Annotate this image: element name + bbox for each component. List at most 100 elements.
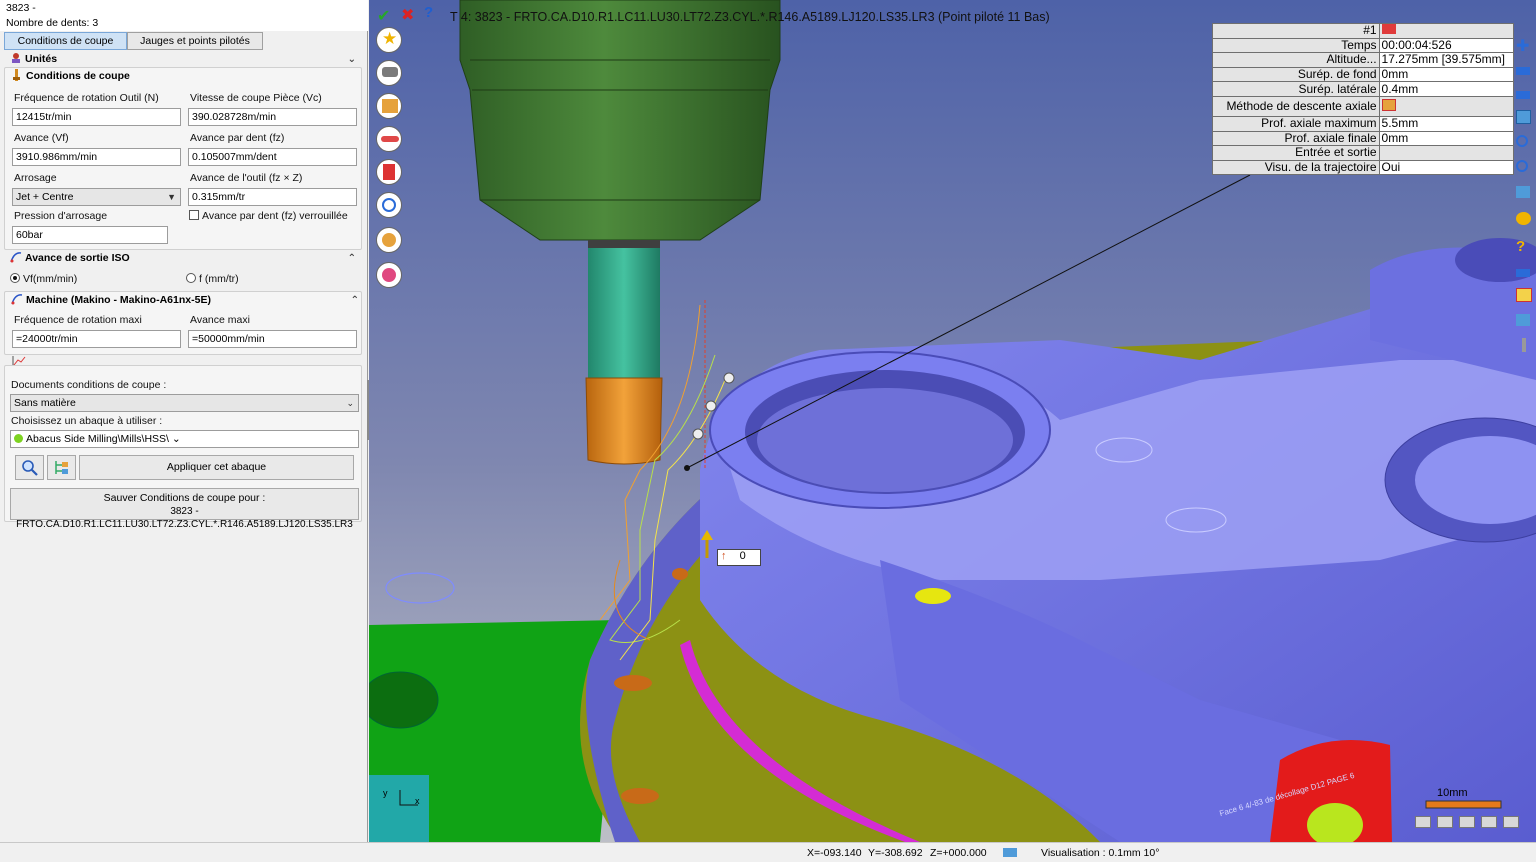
- boss-bore-inner: [757, 388, 1013, 492]
- view-iso-icon[interactable]: [1415, 816, 1431, 828]
- table-row[interactable]: Prof. axiale finale 0mm: [1212, 130, 1515, 147]
- gauge-marker[interactable]: [705, 400, 717, 412]
- pin-icon[interactable]: [1516, 338, 1534, 356]
- cutting-conditions-box: Conditions de coupe Fréquence de rotatio…: [4, 67, 362, 250]
- cutter: [585, 377, 663, 465]
- tab-gauges-points[interactable]: Jauges et points pilotés: [127, 32, 263, 50]
- toolpath-info-table: #1 Temps 00:00:04:526 Altitude... 17.275mm…: [1212, 23, 1515, 176]
- tool-library-icon[interactable]: [376, 93, 402, 119]
- abacus-label: Choisissez un abaque à utiliser :: [11, 415, 163, 427]
- tool-holder: [459, 0, 781, 241]
- snap-icon[interactable]: [1003, 848, 1017, 857]
- help-view-icon[interactable]: ?: [1516, 238, 1534, 256]
- gauge-marker[interactable]: [692, 428, 704, 440]
- axis-add-icon[interactable]: ✚: [1516, 36, 1534, 55]
- apply-abacus-button[interactable]: Appliquer cet abaque: [79, 455, 354, 480]
- info-value[interactable]: 0mm: [1378, 130, 1515, 147]
- docs-label: Documents conditions de coupe :: [11, 379, 167, 391]
- render-icon[interactable]: [376, 262, 402, 288]
- abacus-select[interactable]: Abacus Side Milling\Mills\HSS\ ⌄: [10, 430, 359, 448]
- table-row[interactable]: Surép. latérale 0.4mm: [1212, 81, 1515, 97]
- favorites-icon[interactable]: ★: [376, 27, 402, 53]
- view-front-icon[interactable]: [1459, 816, 1476, 828]
- info-value[interactable]: [1378, 145, 1515, 161]
- info-value[interactable]: 00:00:04:526: [1378, 37, 1515, 54]
- orange-hole: [621, 788, 659, 804]
- info-key: Visu. de la trajectoire: [1212, 159, 1380, 176]
- info-value[interactable]: 0.4mm: [1378, 81, 1515, 97]
- chevron-up-icon[interactable]: ⌃: [351, 293, 359, 308]
- zoom-abacus-button[interactable]: [15, 455, 44, 480]
- chevron-down-icon[interactable]: ⌄: [348, 52, 356, 67]
- view-cube-icon[interactable]: [1516, 186, 1534, 204]
- toolpath-icon[interactable]: [376, 126, 402, 152]
- stock-icon[interactable]: [376, 60, 402, 86]
- zoom-in-icon[interactable]: [1516, 135, 1534, 153]
- chevron-up-icon[interactable]: ⌃: [348, 251, 356, 266]
- status-y: Y=-308.692: [868, 847, 923, 859]
- spindle-label: Fréquence de rotation Outil (N): [14, 92, 159, 104]
- section-icon[interactable]: [1516, 264, 1534, 282]
- tool-feed-input[interactable]: 0.315mm/tr: [188, 188, 357, 206]
- info-value[interactable]: 5.5mm: [1378, 115, 1515, 132]
- vf-input[interactable]: 3910.986mm/min: [12, 148, 181, 166]
- section-iso-feed[interactable]: Avance de sortie ISO ⌃: [6, 251, 362, 266]
- teeth-count: Nombre de dents: 3: [0, 15, 368, 31]
- info-value[interactable]: Oui: [1378, 159, 1515, 176]
- docs-select[interactable]: Sans matière ⌄: [10, 394, 359, 412]
- simulation-icon[interactable]: [376, 227, 402, 253]
- max-rot-input[interactable]: =24000tr/min: [12, 330, 181, 348]
- section-units[interactable]: Unités ⌄: [6, 52, 362, 67]
- measure-icon[interactable]: [1516, 288, 1534, 306]
- table-row[interactable]: Entrée et sortie: [1212, 145, 1515, 161]
- radio-f[interactable]: f (mm/tr): [186, 273, 239, 285]
- move-icon[interactable]: [1516, 62, 1534, 80]
- rotate-icon[interactable]: [1516, 86, 1534, 104]
- coolant-select[interactable]: Jet + Centre ▼: [12, 188, 181, 206]
- spindle-input[interactable]: 12415tr/min: [12, 108, 181, 126]
- units-icon: [12, 53, 20, 63]
- pressure-input[interactable]: 60bar: [12, 226, 168, 244]
- light-icon[interactable]: [1516, 314, 1534, 332]
- fz-locked-checkbox[interactable]: Avance par dent (fz) verrouillée: [189, 210, 348, 222]
- info-header-value: [1378, 23, 1515, 39]
- table-row[interactable]: Méthode de descente axiale: [1212, 95, 1515, 117]
- table-row[interactable]: Altitude... 17.275mm [39.575mm]: [1212, 52, 1515, 68]
- radio-vf[interactable]: Vf(mm/min): [10, 273, 77, 285]
- fz-input[interactable]: 0.105007mm/dent: [188, 148, 357, 166]
- section-machine[interactable]: Machine (Makino - Makino-A61nx-5E) ⌃: [7, 293, 363, 308]
- orientation-icon[interactable]: [376, 192, 402, 218]
- chevron-down-icon: ⌄: [171, 433, 181, 445]
- info-key: Prof. axiale finale: [1212, 130, 1380, 147]
- machine-icon[interactable]: [376, 159, 402, 185]
- radio-selected-icon: [10, 273, 20, 283]
- table-row[interactable]: Prof. axiale maximum 5.5mm: [1212, 115, 1515, 132]
- save-line-2: 3823 - FRTO.CA.D10.R1.LC11.LU30.LT72.Z3.…: [16, 506, 353, 530]
- table-row[interactable]: Surép. de fond 0mm: [1212, 66, 1515, 83]
- view-top-icon[interactable]: [1437, 816, 1454, 828]
- view-side-icon[interactable]: [1481, 816, 1498, 828]
- table-row[interactable]: Temps 00:00:04:526: [1212, 37, 1515, 54]
- save-conditions-button[interactable]: Sauver Conditions de coupe pour : 3823 -…: [10, 488, 359, 530]
- tree-abacus-button[interactable]: [47, 455, 76, 480]
- view-mini-toolbar[interactable]: [1415, 816, 1533, 834]
- grid-icon[interactable]: [1516, 110, 1534, 128]
- cancel-icon[interactable]: ✖: [401, 5, 414, 25]
- info-value[interactable]: [1378, 95, 1515, 117]
- palette-icon[interactable]: [1516, 212, 1534, 230]
- fz-label: Avance par dent (fz): [190, 132, 285, 144]
- table-row[interactable]: Visu. de la trajectoire Oui: [1212, 159, 1515, 176]
- help-icon[interactable]: ?: [424, 4, 433, 21]
- feed-curve-icon: [10, 252, 22, 263]
- validate-icon[interactable]: ✔: [377, 6, 390, 26]
- max-feed-input[interactable]: =50000mm/min: [188, 330, 357, 348]
- info-value[interactable]: 0mm: [1378, 66, 1515, 83]
- zoom-out-icon[interactable]: [1516, 160, 1534, 178]
- info-value[interactable]: 17.275mm [39.575mm]: [1378, 52, 1515, 68]
- machine-feed-icon: [11, 294, 23, 305]
- tool-feed-label: Avance de l'outil (fz × Z): [190, 172, 303, 184]
- tab-cutting-conditions[interactable]: Conditions de coupe: [4, 32, 127, 50]
- vc-input[interactable]: 390.028728m/min: [188, 108, 357, 126]
- view-reset-icon[interactable]: [1503, 816, 1520, 828]
- gauge-marker[interactable]: [723, 372, 735, 384]
